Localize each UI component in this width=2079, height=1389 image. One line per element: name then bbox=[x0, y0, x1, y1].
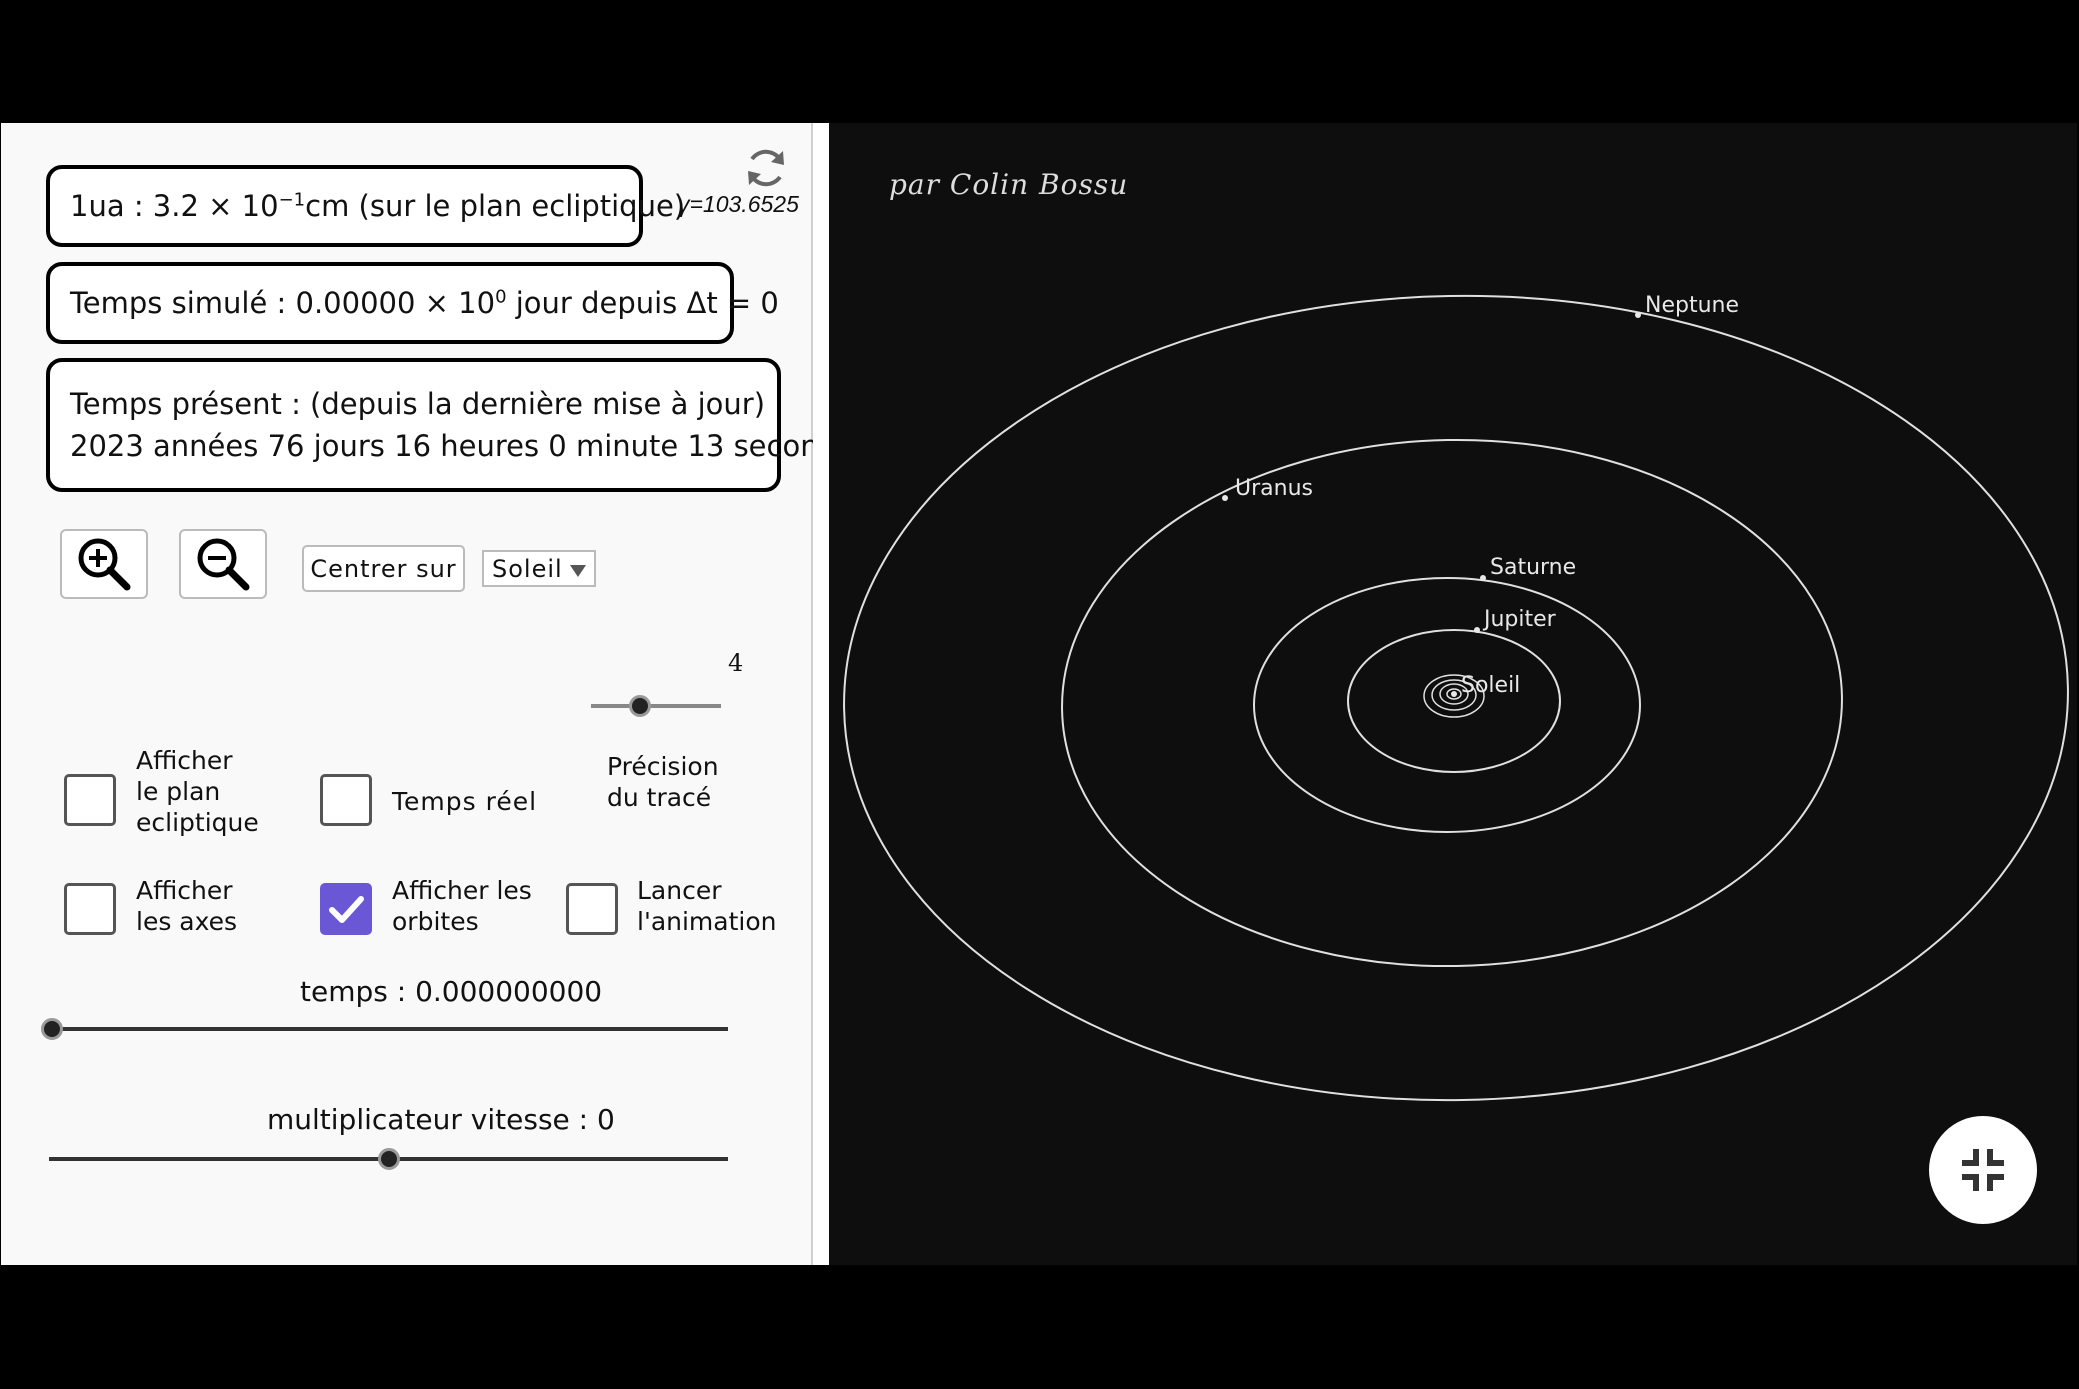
present-time-box: Temps présent : (depuis la dernière mise… bbox=[46, 358, 870, 492]
show-ecliptic-label: Afficher le plan ecliptique bbox=[136, 746, 259, 837]
planet-neptune[interactable] bbox=[1635, 312, 1641, 318]
orbit-saturne bbox=[1253, 577, 1641, 833]
planet-jupiter[interactable] bbox=[1474, 627, 1480, 633]
show-orbits-label: Afficher les orbites bbox=[392, 876, 532, 936]
control-panel: 1ua : 3.2 × 10−1cm (sur le plan ecliptiq… bbox=[1, 123, 870, 1265]
label-neptune: Neptune bbox=[1645, 293, 1739, 318]
precision-label: Précision du tracé bbox=[607, 752, 719, 812]
precision-slider-track[interactable] bbox=[591, 704, 721, 708]
speed-multiplier-handle[interactable] bbox=[377, 1148, 400, 1170]
orbit-jupiter bbox=[1347, 629, 1561, 773]
start-animation-label: Lancer l'animation bbox=[637, 876, 777, 936]
sun-soleil[interactable] bbox=[1451, 691, 1457, 697]
center-target-value: Soleil bbox=[492, 554, 563, 583]
speed-multiplier-label: multiplicateur vitesse : 0 bbox=[267, 1103, 615, 1136]
time-slider-handle[interactable] bbox=[41, 1018, 63, 1040]
present-time-line2: 2023 années 76 jours 16 heures 0 minute … bbox=[70, 429, 870, 463]
zoom-out-button[interactable] bbox=[179, 529, 267, 599]
geogebra-app: 1ua : 3.2 × 10−1cm (sur le plan ecliptiq… bbox=[0, 122, 2079, 1267]
zoom-in-icon bbox=[78, 538, 131, 591]
checkmark-icon bbox=[329, 896, 364, 923]
simulated-time-text: Temps simulé : 0.00000 × 100 jour depuis… bbox=[70, 285, 779, 320]
precision-slider-handle[interactable] bbox=[629, 695, 652, 717]
zoom-out-icon bbox=[197, 538, 250, 591]
scale-info-box: 1ua : 3.2 × 10−1cm (sur le plan ecliptiq… bbox=[46, 165, 685, 247]
exit-fullscreen-button[interactable] bbox=[1929, 1116, 2037, 1224]
scale-text: 1ua : 3.2 × 10−1cm (sur le plan ecliptiq… bbox=[70, 188, 686, 223]
time-slider-track[interactable] bbox=[52, 1027, 728, 1031]
time-slider-label: temps : 0.000000000 bbox=[300, 975, 603, 1008]
orbit-uranus bbox=[1061, 438, 1843, 968]
center-target-select[interactable]: Soleil bbox=[482, 550, 596, 587]
orbit-canvas[interactable]: Neptune Uranus Saturne Jupiter Soleil bbox=[829, 123, 2077, 1265]
show-orbits-checkbox[interactable] bbox=[320, 883, 372, 935]
real-time-checkbox[interactable] bbox=[320, 774, 372, 826]
present-time-line1: Temps présent : (depuis la dernière mise… bbox=[70, 386, 766, 421]
gamma-value: γ=103.6525 bbox=[678, 191, 799, 217]
label-uranus: Uranus bbox=[1235, 476, 1313, 501]
refresh-icon[interactable] bbox=[743, 145, 789, 191]
planet-uranus[interactable] bbox=[1222, 495, 1228, 501]
start-animation-checkbox[interactable] bbox=[566, 883, 618, 935]
show-axes-checkbox[interactable] bbox=[64, 883, 116, 935]
dropdown-arrow-icon bbox=[570, 565, 586, 577]
label-soleil: Soleil bbox=[1461, 673, 1520, 698]
orbit-neptune bbox=[843, 294, 2069, 1102]
center-on-button[interactable]: Centrer sur bbox=[302, 545, 465, 592]
show-ecliptic-checkbox[interactable] bbox=[64, 774, 116, 826]
panel-divider[interactable] bbox=[813, 123, 829, 1265]
planet-saturne[interactable] bbox=[1480, 575, 1486, 581]
precision-value: 4 bbox=[728, 649, 744, 677]
simulated-time-box: Temps simulé : 0.00000 × 100 jour depuis… bbox=[46, 262, 779, 344]
label-jupiter: Jupiter bbox=[1482, 607, 1557, 632]
graphics-view[interactable]: par Colin Bossu Neptune Uranus Saturne J… bbox=[829, 123, 2077, 1265]
show-axes-label: Afficher les axes bbox=[136, 876, 238, 936]
real-time-label: Temps réel bbox=[392, 787, 538, 816]
exit-fullscreen-icon bbox=[1962, 1149, 2004, 1191]
zoom-in-button[interactable] bbox=[60, 529, 148, 599]
label-saturne: Saturne bbox=[1490, 555, 1576, 580]
